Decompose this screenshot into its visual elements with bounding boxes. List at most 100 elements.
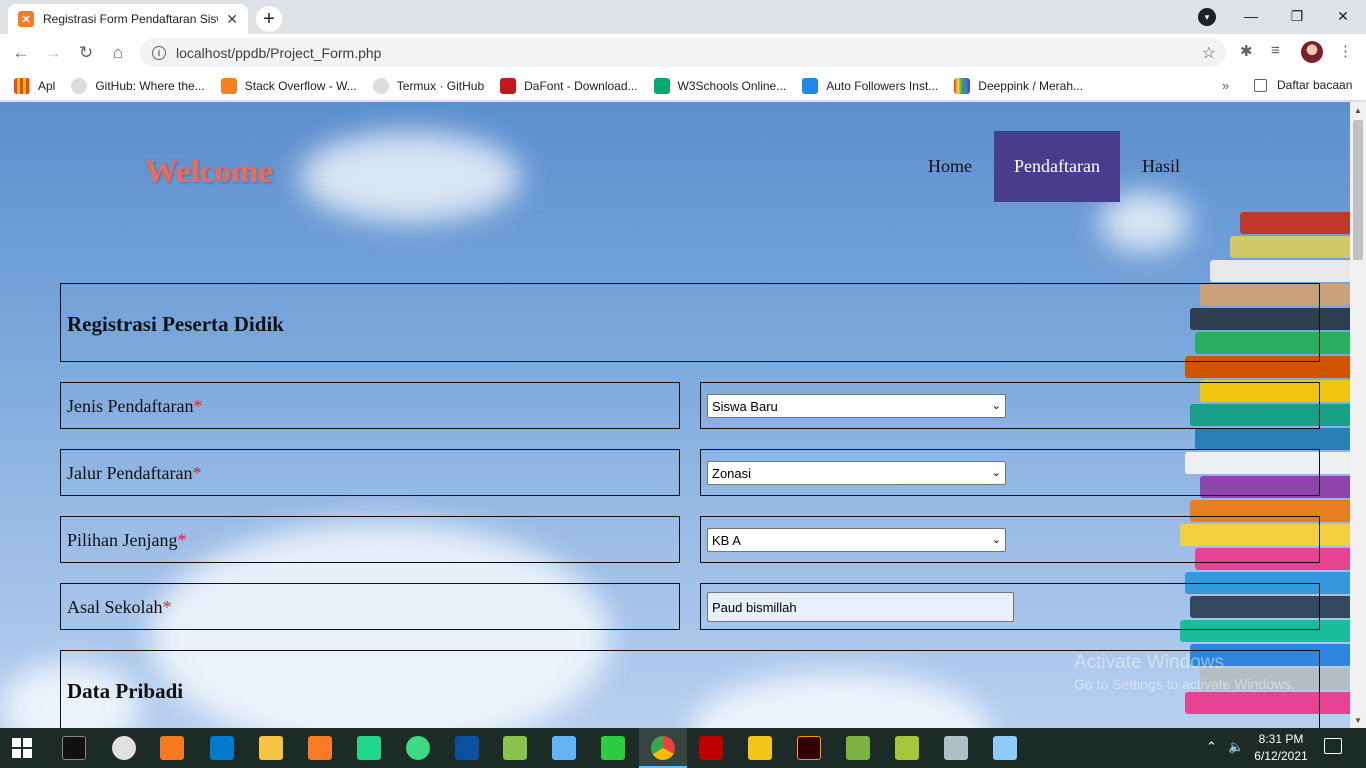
cube-icon [802, 77, 819, 94]
site-info-icon[interactable]: i [152, 45, 166, 60]
illustrator-icon[interactable] [797, 736, 821, 760]
welcome-heading: Welcome [145, 154, 274, 190]
scroll-up-icon[interactable]: ▲ [1350, 102, 1366, 118]
url-text: localhost/ppdb/Project_Form.php [176, 44, 382, 61]
home-icon[interactable]: ⌂ [105, 40, 131, 66]
scroll-thumb[interactable] [1353, 120, 1363, 260]
page-viewport: Welcome Home Pendaftaran Hasil Registras… [0, 102, 1350, 728]
apps-grid-icon [14, 77, 30, 94]
required-mark: * [162, 597, 172, 617]
extensions-puzzle-icon[interactable]: ✱ [1240, 42, 1253, 60]
notes-app-icon[interactable] [944, 736, 968, 760]
section-title: Registrasi Peserta Didik [67, 312, 284, 336]
chrome-icon[interactable] [651, 736, 675, 760]
vscode-icon[interactable] [210, 736, 234, 760]
address-bar[interactable]: i localhost/ppdb/Project_Form.php ☆ [140, 38, 1226, 67]
chevron-down-icon: ⌄ [991, 534, 1001, 546]
windows-start-icon[interactable] [12, 738, 32, 758]
chrome-menu-icon[interactable]: ⋮ [1338, 42, 1353, 60]
required-mark: * [193, 396, 203, 416]
bluestacks-icon[interactable] [846, 736, 870, 760]
bookmarks-bar: Apl GitHub: Where the... Stack Overflow … [0, 71, 1366, 101]
star-app-icon[interactable] [748, 736, 772, 760]
tab-close-icon[interactable]: ✕ [226, 11, 238, 28]
field-label: Jalur Pendaftaran* [67, 463, 202, 483]
page-scrollbar[interactable]: ▲ ▼ [1350, 102, 1366, 728]
tray-overflow-icon[interactable]: ⌃ [1206, 739, 1217, 755]
tab-search-icon[interactable]: ▾ [1198, 8, 1216, 26]
xampp-icon[interactable] [308, 736, 332, 760]
maximize-button[interactable]: ❐ [1274, 4, 1320, 28]
bookmark-item[interactable]: Stack Overflow - W... [220, 77, 357, 94]
reading-list-button[interactable]: Daftar bacaan [1254, 78, 1352, 92]
new-tab-button[interactable]: + [256, 6, 282, 32]
field-input-box: Zonasi ⌄ [700, 449, 1320, 496]
close-window-button[interactable]: ✕ [1320, 4, 1366, 28]
field-label-box: Jenis Pendaftaran* [60, 382, 680, 429]
devcpp-icon[interactable] [455, 736, 479, 760]
terminal-icon[interactable] [62, 736, 86, 760]
bookmark-item[interactable]: GitHub: Where the... [71, 77, 205, 94]
tab-strip: ✕ Registrasi Form Pendaftaran Siswa ✕ + … [0, 0, 1366, 34]
photos-app-icon[interactable] [993, 736, 1017, 760]
field-input-box: Siswa Baru ⌄ [700, 382, 1320, 429]
file-explorer-icon[interactable] [259, 736, 283, 760]
field-label: Asal Sekolah* [67, 597, 172, 617]
field-input-box: KB A ⌄ [700, 516, 1320, 563]
w3schools-icon [653, 77, 670, 94]
notification-center-icon[interactable] [1324, 738, 1342, 754]
nav-hasil[interactable]: Hasil [1120, 131, 1202, 202]
activate-windows-watermark: Activate Windows Go to Settings to activ… [1074, 652, 1295, 692]
xampp-favicon-icon: ✕ [18, 11, 34, 27]
virtualbox-icon[interactable] [552, 736, 576, 760]
bookmark-item[interactable]: W3Schools Online... [653, 77, 786, 94]
paint-icon[interactable] [112, 736, 136, 760]
media-control-icon[interactable]: ≡ [1271, 42, 1280, 59]
field-label-box: Pilihan Jenjang* [60, 516, 680, 563]
bookmark-item[interactable]: Termux · GitHub [372, 77, 484, 94]
required-mark: * [192, 463, 202, 483]
field-label-box: Asal Sekolah* [60, 583, 680, 630]
profile-avatar[interactable] [1301, 41, 1323, 63]
android-studio-icon[interactable] [406, 736, 430, 760]
github-icon [71, 77, 88, 94]
taskbar-clock[interactable]: 8:31 PM 6/12/2021 [1252, 731, 1310, 765]
dafont-icon [500, 77, 517, 94]
asal-sekolah-input[interactable]: Paud bismillah [707, 592, 1014, 622]
bookmark-item[interactable]: Auto Followers Inst... [802, 77, 938, 94]
pycharm-icon[interactable] [357, 736, 381, 760]
bookmark-item[interactable]: DaFont - Download... [500, 77, 638, 94]
browser-toolbar: ← → ↻ ⌂ i localhost/ppdb/Project_Form.ph… [0, 34, 1366, 71]
windows-taskbar: ⌃ 🔈 8:31 PM 6/12/2021 [0, 728, 1366, 768]
forward-arrow-icon[interactable]: → [40, 40, 66, 66]
jenis-pendaftaran-select[interactable]: Siswa Baru ⌄ [707, 394, 1006, 418]
nav-home[interactable]: Home [906, 131, 994, 202]
reload-icon[interactable]: ↻ [73, 40, 99, 66]
jalur-pendaftaran-select[interactable]: Zonasi ⌄ [707, 461, 1006, 485]
nav-pendaftaran[interactable]: Pendaftaran [994, 131, 1120, 202]
notepad-icon[interactable] [503, 736, 527, 760]
minimize-button[interactable]: — [1228, 4, 1274, 28]
bookmarks-overflow-icon[interactable]: » [1222, 78, 1229, 93]
scroll-down-icon[interactable]: ▼ [1350, 712, 1366, 728]
filezilla-icon[interactable] [699, 736, 723, 760]
volume-icon[interactable]: 🔈 [1228, 739, 1244, 755]
browser-tab[interactable]: ✕ Registrasi Form Pendaftaran Siswa ✕ [8, 4, 248, 34]
back-arrow-icon[interactable]: ← [8, 40, 34, 66]
section-registrasi: Registrasi Peserta Didik [60, 283, 1320, 362]
reading-list-icon [1254, 78, 1267, 92]
sublime-text-icon[interactable] [160, 736, 184, 760]
line-icon[interactable] [601, 736, 625, 760]
bookmark-star-icon[interactable]: ☆ [1202, 43, 1216, 63]
field-label-box: Jalur Pendaftaran* [60, 449, 680, 496]
github-icon [372, 77, 389, 94]
field-input-box: Paud bismillah [700, 583, 1320, 630]
cloud-decoration [300, 132, 520, 222]
bookmark-item[interactable]: Apl [14, 77, 55, 94]
bookmark-item[interactable]: Deeppink / Merah... [954, 77, 1083, 94]
pilihan-jenjang-select[interactable]: KB A ⌄ [707, 528, 1006, 552]
section-title: Data Pribadi [67, 679, 184, 703]
chevron-down-icon: ⌄ [991, 467, 1001, 479]
android-app-icon[interactable] [895, 736, 919, 760]
field-label: Pilihan Jenjang* [67, 530, 187, 550]
